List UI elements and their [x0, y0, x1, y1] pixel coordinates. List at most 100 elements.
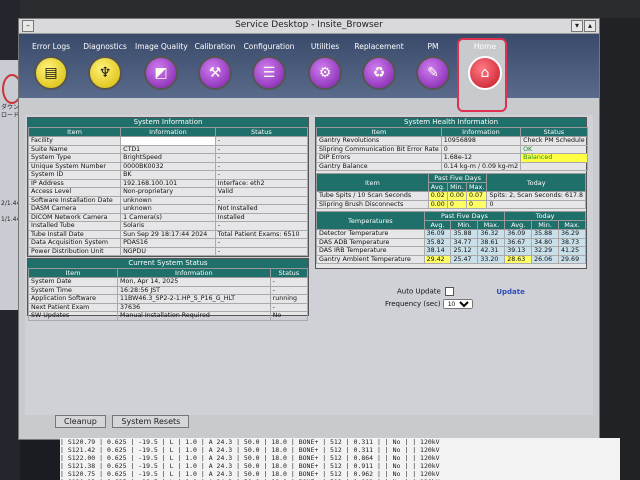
stethoscope-icon[interactable]: ♆ — [88, 56, 122, 90]
service-desktop-window: – Service Desktop - Insite_Browser ▾ ▴ E… — [18, 18, 600, 440]
tube-cell: 0.00 — [427, 199, 448, 209]
minimize-button[interactable]: ▾ — [571, 20, 583, 32]
toolbar-item-error-logs[interactable]: Error Logs ▤ — [25, 42, 77, 90]
system-info-cell: unknown — [120, 204, 216, 214]
system-info-cell: IP Address — [27, 178, 122, 188]
home-icon[interactable]: ⌂ — [468, 56, 502, 90]
system-info-cell: - — [214, 144, 309, 154]
temp-col-past: Past Five Days — [423, 211, 506, 221]
toolbar-item-utilities[interactable]: Utilities ⚙ — [299, 42, 351, 90]
pm-icon[interactable]: ✎ — [416, 56, 450, 90]
current-status-cell: Mon, Apr 14, 2025 — [117, 277, 271, 287]
current-status-col-0: Item — [27, 268, 119, 278]
system-info-cell: - — [214, 195, 309, 205]
current-status-cell: System Time — [27, 285, 119, 295]
tube-col-today: Today — [486, 173, 586, 192]
system-health-col-2: Status — [520, 127, 588, 137]
temp-cell: 32.29 — [531, 246, 560, 256]
toolbar-item-home[interactable]: Home ⌂ — [459, 42, 511, 90]
tube-cell: Tube Spits / 10 Scan Seconds — [316, 191, 429, 201]
tube-cell: Slipring Brush Disconnects — [316, 199, 429, 209]
temp-cell: 36.09 — [504, 229, 533, 239]
temp-cell: 25.12 — [450, 246, 479, 256]
system-health-cell: Gantry Revolutions — [316, 136, 442, 146]
temp-cell: 29.42 — [423, 254, 452, 264]
terminal-line: | S120.75 | 0.625 | -19.5 | L | 1.0 | A … — [60, 470, 440, 478]
system-resets-button[interactable]: System Resets — [112, 415, 190, 428]
tube-cell: 0 — [465, 199, 488, 209]
calibration-icon[interactable]: ⚒ — [198, 56, 232, 90]
system-info-title: System Information — [28, 118, 308, 127]
frequency-select[interactable]: 10 — [442, 299, 473, 309]
system-info-cell: Suite Name — [27, 144, 122, 154]
window-titlebar[interactable]: – Service Desktop - Insite_Browser ▾ ▴ — [19, 19, 599, 34]
temp-row: DAS IRB Temperature 38.14 25.12 42.31 39.13 3… — [316, 246, 586, 256]
system-info-cell: 192.168.100.101 — [120, 178, 216, 188]
system-health-panel: System Health Information Item Informatio… — [315, 117, 588, 269]
temp-cell: 34.77 — [450, 237, 479, 247]
system-info-row: DASM Camera unknown Not Installed — [27, 204, 309, 214]
toolbar-item-label: Calibration — [194, 42, 236, 51]
system-info-cell: Software Installation Date — [27, 195, 122, 205]
tube-row: Slipring Brush Disconnects 0.00 0 0 0 — [316, 199, 586, 209]
toolbar-item-pm[interactable]: PM ✎ — [407, 42, 459, 90]
system-info-row: Suite Name CTD1- — [27, 144, 309, 154]
system-info-cell: Tube Install Date — [27, 229, 122, 239]
system-info-cell: 0000BK0032 — [120, 161, 216, 171]
system-info-col-2: Status — [214, 127, 309, 137]
system-health-row: Slipring Communication Bit Error Rate 0 OK — [316, 144, 588, 154]
tube-col-item: Item — [316, 173, 429, 192]
system-info-cell: DICOM Network Camera — [27, 212, 122, 222]
current-status-row: System Time 16:28:56 JST - — [27, 285, 309, 295]
maximize-button[interactable]: ▴ — [584, 20, 596, 32]
temp-cell: 25.47 — [450, 254, 479, 264]
current-status-row: SW Updates Manual Installation Required No — [27, 311, 309, 321]
tube-col-past: Past Five Days — [427, 173, 488, 183]
system-info-cell: unknown — [120, 195, 216, 205]
temp-cell: Detector Temperature — [316, 229, 425, 239]
system-health-cell: Slipring Communication Bit Error Rate — [316, 144, 442, 154]
temp-col-today: Today — [504, 211, 586, 221]
list-icon[interactable]: ▤ — [34, 56, 68, 90]
current-status-row: Next Patient Exam 37636- — [27, 302, 309, 312]
system-health-cell: Check PM Schedule — [520, 136, 588, 146]
current-status-cell: Manual Installation Required — [117, 311, 271, 321]
cleanup-button[interactable]: Cleanup — [55, 415, 106, 428]
update-link[interactable]: Update — [496, 288, 525, 296]
system-info-row: Software Installation Date unknown - — [27, 195, 309, 205]
toolbar-item-diagnostics[interactable]: Diagnostics ♆ — [79, 42, 131, 90]
utilities-icon[interactable]: ⚙ — [308, 56, 342, 90]
system-info-cell: Valid — [214, 187, 309, 197]
toolbar-item-configuration[interactable]: Configuration ☰ — [243, 42, 295, 90]
tube-cell: Spits: 2, Scan Seconds: 617.8 — [486, 191, 586, 201]
current-status-cell: SW Updates — [27, 311, 119, 321]
current-status-cell: 37636 — [117, 302, 271, 312]
temp-cell: 36.67 — [504, 237, 533, 247]
frequency-control: Frequency (sec) 10 — [385, 299, 473, 309]
current-status-cell: System Date — [27, 277, 119, 287]
system-info-cell: Facility — [27, 136, 122, 146]
configuration-icon[interactable]: ☰ — [252, 56, 286, 90]
toolbar-item-calibration[interactable]: Calibration ⚒ — [189, 42, 241, 90]
system-info-cell: Power Distribution Unit — [27, 246, 122, 256]
toolbar-item-replacement[interactable]: Replacement ♻ — [353, 42, 405, 90]
system-health-title: System Health Information — [316, 118, 586, 127]
system-info-cell: Not Installed — [214, 204, 309, 214]
temp-cell: 38.73 — [558, 237, 586, 247]
image-quality-icon[interactable]: ◩ — [144, 56, 178, 90]
auto-update-checkbox[interactable] — [445, 287, 455, 296]
system-health-table: Item Information Status Gantry Revolutions… — [316, 127, 588, 171]
system-info-col-0: Item — [27, 127, 122, 137]
tube-cell: 0 — [446, 199, 467, 209]
system-info-cell: - — [214, 238, 309, 248]
toolbar-item-image-quality[interactable]: Image Quality ◩ — [135, 42, 188, 90]
monitor-bezel-right — [598, 18, 640, 480]
tube-subcol-0: Avg. — [427, 182, 448, 192]
replacement-icon[interactable]: ♻ — [362, 56, 396, 90]
temp-cell: 39.13 — [504, 246, 533, 256]
temp-cell: 35.82 — [423, 237, 452, 247]
temp-cell: 36.29 — [558, 229, 586, 239]
tube-table: Item Past Five Days Today Avg. Min. Max. T… — [316, 173, 586, 209]
system-info-cell: 1 Camera(s) — [120, 212, 216, 222]
system-info-cell: CTD1 — [120, 144, 216, 154]
